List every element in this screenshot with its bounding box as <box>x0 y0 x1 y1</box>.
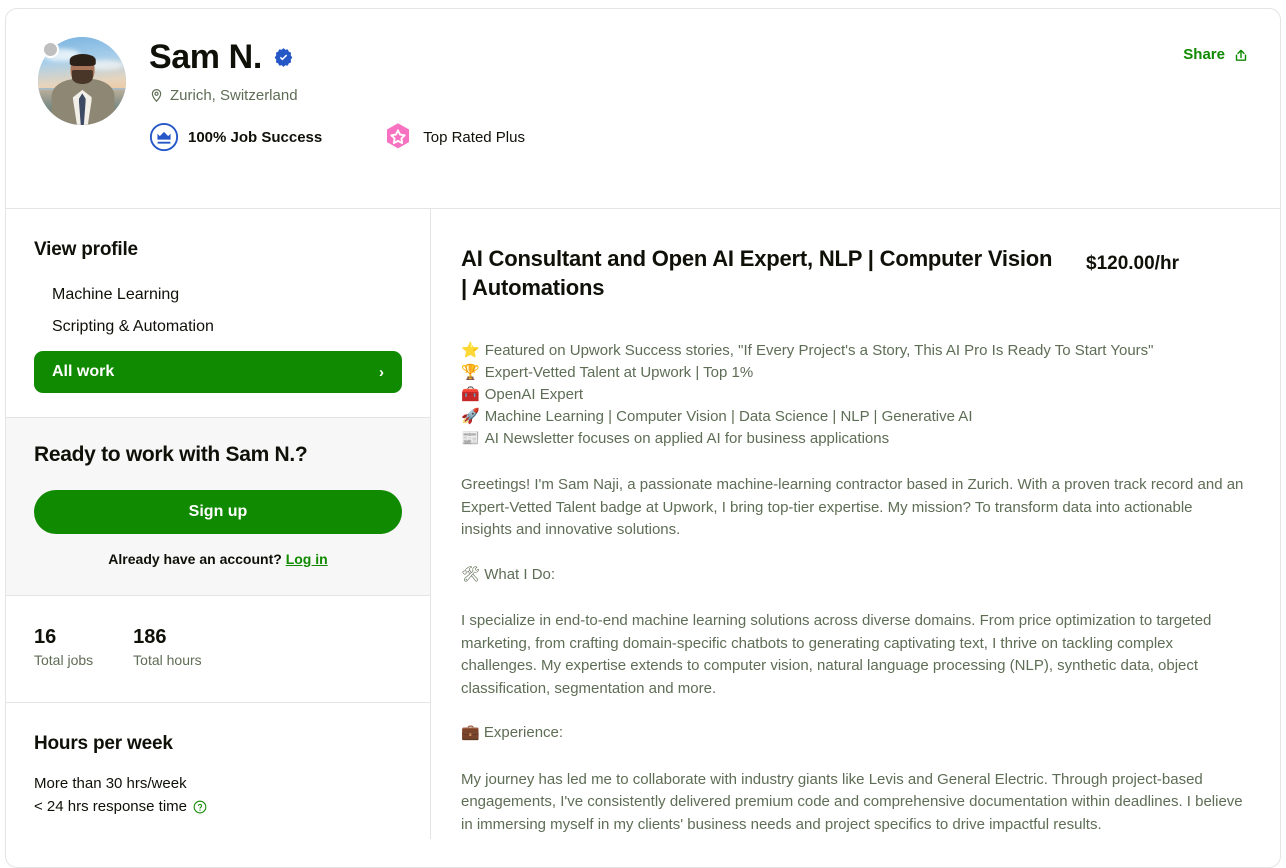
sidebar-item-machine-learning[interactable]: Machine Learning <box>34 279 402 311</box>
log-in-link[interactable]: Log in <box>286 551 328 567</box>
top-rated-plus-hexagon-icon <box>387 123 410 149</box>
list-item: 🏆 Expert-Vetted Talent at Upwork | Top 1… <box>461 362 1244 384</box>
top-rated-badge: Top Rated Plus <box>382 121 525 153</box>
signup-panel: Ready to work with Sam N.? Sign up Alrea… <box>6 417 430 596</box>
avatar-person-hair <box>69 53 96 67</box>
job-title-row: AI Consultant and Open AI Expert, NLP | … <box>461 245 1244 302</box>
profile-body: View profile Machine Learning Scripting … <box>6 209 1280 839</box>
hours-per-week-panel: Hours per week More than 30 hrs/week < 2… <box>6 703 430 839</box>
what-i-do-heading: 🛠 What I Do: <box>461 565 556 583</box>
sidebar-item-scripting-automation[interactable]: Scripting & Automation <box>34 311 402 343</box>
badges-row: 100% Job Success Top Rated Plus <box>149 121 1248 153</box>
response-time-text: < 24 hrs response time <box>34 798 187 816</box>
chevron-right-icon: › <box>379 363 384 381</box>
list-item: ⭐ Featured on Upwork Success stories, "I… <box>461 340 1244 362</box>
experience-heading: 💼 Experience: <box>461 724 564 742</box>
toolbox-icon: 🧰 <box>461 386 480 404</box>
name-row: Sam N. <box>149 38 1248 76</box>
signup-heading: Ready to work with Sam N.? <box>34 443 308 466</box>
list-item-text: Expert-Vetted Talent at Upwork | Top 1% <box>484 364 754 382</box>
list-item-text: Machine Learning | Computer Vision | Dat… <box>484 408 973 426</box>
share-button[interactable]: Share <box>1183 45 1250 64</box>
profile-header: Sam N. Zurich, Switzerland 100% Job Succ… <box>6 9 1280 209</box>
sign-up-button[interactable]: Sign up <box>34 490 402 534</box>
profile-card: Sam N. Zurich, Switzerland 100% Job Succ… <box>5 8 1281 868</box>
job-success-label: 100% Job Success <box>188 128 323 146</box>
job-success-badge: 100% Job Success <box>149 122 322 152</box>
share-upload-icon <box>1235 49 1247 61</box>
list-item-text: OpenAI Expert <box>484 386 584 404</box>
verified-badge-icon <box>274 48 293 68</box>
trophy-icon: 🏆 <box>461 364 480 382</box>
star-icon: ⭐ <box>461 342 480 360</box>
list-item: 📰 AI Newsletter focuses on applied AI fo… <box>461 428 1244 450</box>
main-content: AI Consultant and Open AI Expert, NLP | … <box>431 209 1280 839</box>
job-success-crown-icon <box>149 123 179 152</box>
page-title: Sam N. <box>149 38 262 76</box>
location-pin-icon <box>151 89 162 103</box>
highlights-list: ⭐ Featured on Upwork Success stories, "I… <box>461 340 1244 450</box>
hours-per-week-heading: Hours per week <box>34 733 173 754</box>
stats-panel: 16 Total jobs 186 Total hours <box>6 596 430 703</box>
sidebar: View profile Machine Learning Scripting … <box>6 209 431 839</box>
sidebar-item-all-work[interactable]: All work › <box>34 351 402 393</box>
availability-line: More than 30 hrs/week <box>34 772 402 795</box>
login-prompt: Already have an account? Log in <box>34 551 402 567</box>
overview-paragraph-2: I specialize in end-to-end machine learn… <box>461 612 1212 697</box>
stat-total-hours-label: Total hours <box>133 652 202 668</box>
overview-paragraph-3: My journey has led me to collaborate wit… <box>461 770 1243 833</box>
overview-paragraph-1: Greetings! I'm Sam Naji, a passionate ma… <box>461 476 1244 539</box>
sidebar-nav: View profile Machine Learning Scripting … <box>6 209 430 417</box>
stat-total-hours-value: 186 <box>133 626 167 648</box>
top-rated-label: Top Rated Plus <box>423 128 525 146</box>
view-profile-heading: View profile <box>34 239 138 260</box>
login-prompt-text: Already have an account? <box>108 551 282 567</box>
offline-status-dot <box>42 41 59 58</box>
list-item: 🧰 OpenAI Expert <box>461 384 1244 406</box>
response-time-line: < 24 hrs response time <box>34 795 402 818</box>
list-item: 🚀 Machine Learning | Computer Vision | D… <box>461 406 1244 428</box>
sidebar-item-all-work-label: All work <box>52 363 115 380</box>
identity-block: Sam N. Zurich, Switzerland 100% Job Succ… <box>149 37 1248 208</box>
stat-total-jobs-label: Total jobs <box>34 652 94 668</box>
job-title: AI Consultant and Open AI Expert, NLP | … <box>461 246 1053 300</box>
location-text: Zurich, Switzerland <box>170 87 298 105</box>
newspaper-icon: 📰 <box>461 430 480 448</box>
list-item-text: AI Newsletter focuses on applied AI for … <box>484 430 890 448</box>
avatar[interactable] <box>38 37 126 125</box>
stat-total-jobs-value: 16 <box>34 626 57 648</box>
help-question-icon[interactable] <box>193 800 207 814</box>
stat-total-hours: 186 Total hours <box>133 626 201 668</box>
list-item-text: Featured on Upwork Success stories, "If … <box>484 342 1154 360</box>
availability-text: More than 30 hrs/week <box>34 775 187 792</box>
location-row: Zurich, Switzerland <box>149 87 1248 104</box>
rocket-icon: 🚀 <box>461 408 480 426</box>
stat-total-jobs: 16 Total jobs <box>34 626 93 668</box>
hourly-rate: $120.00/hr <box>1086 253 1179 274</box>
share-button-label: Share <box>1183 46 1225 63</box>
